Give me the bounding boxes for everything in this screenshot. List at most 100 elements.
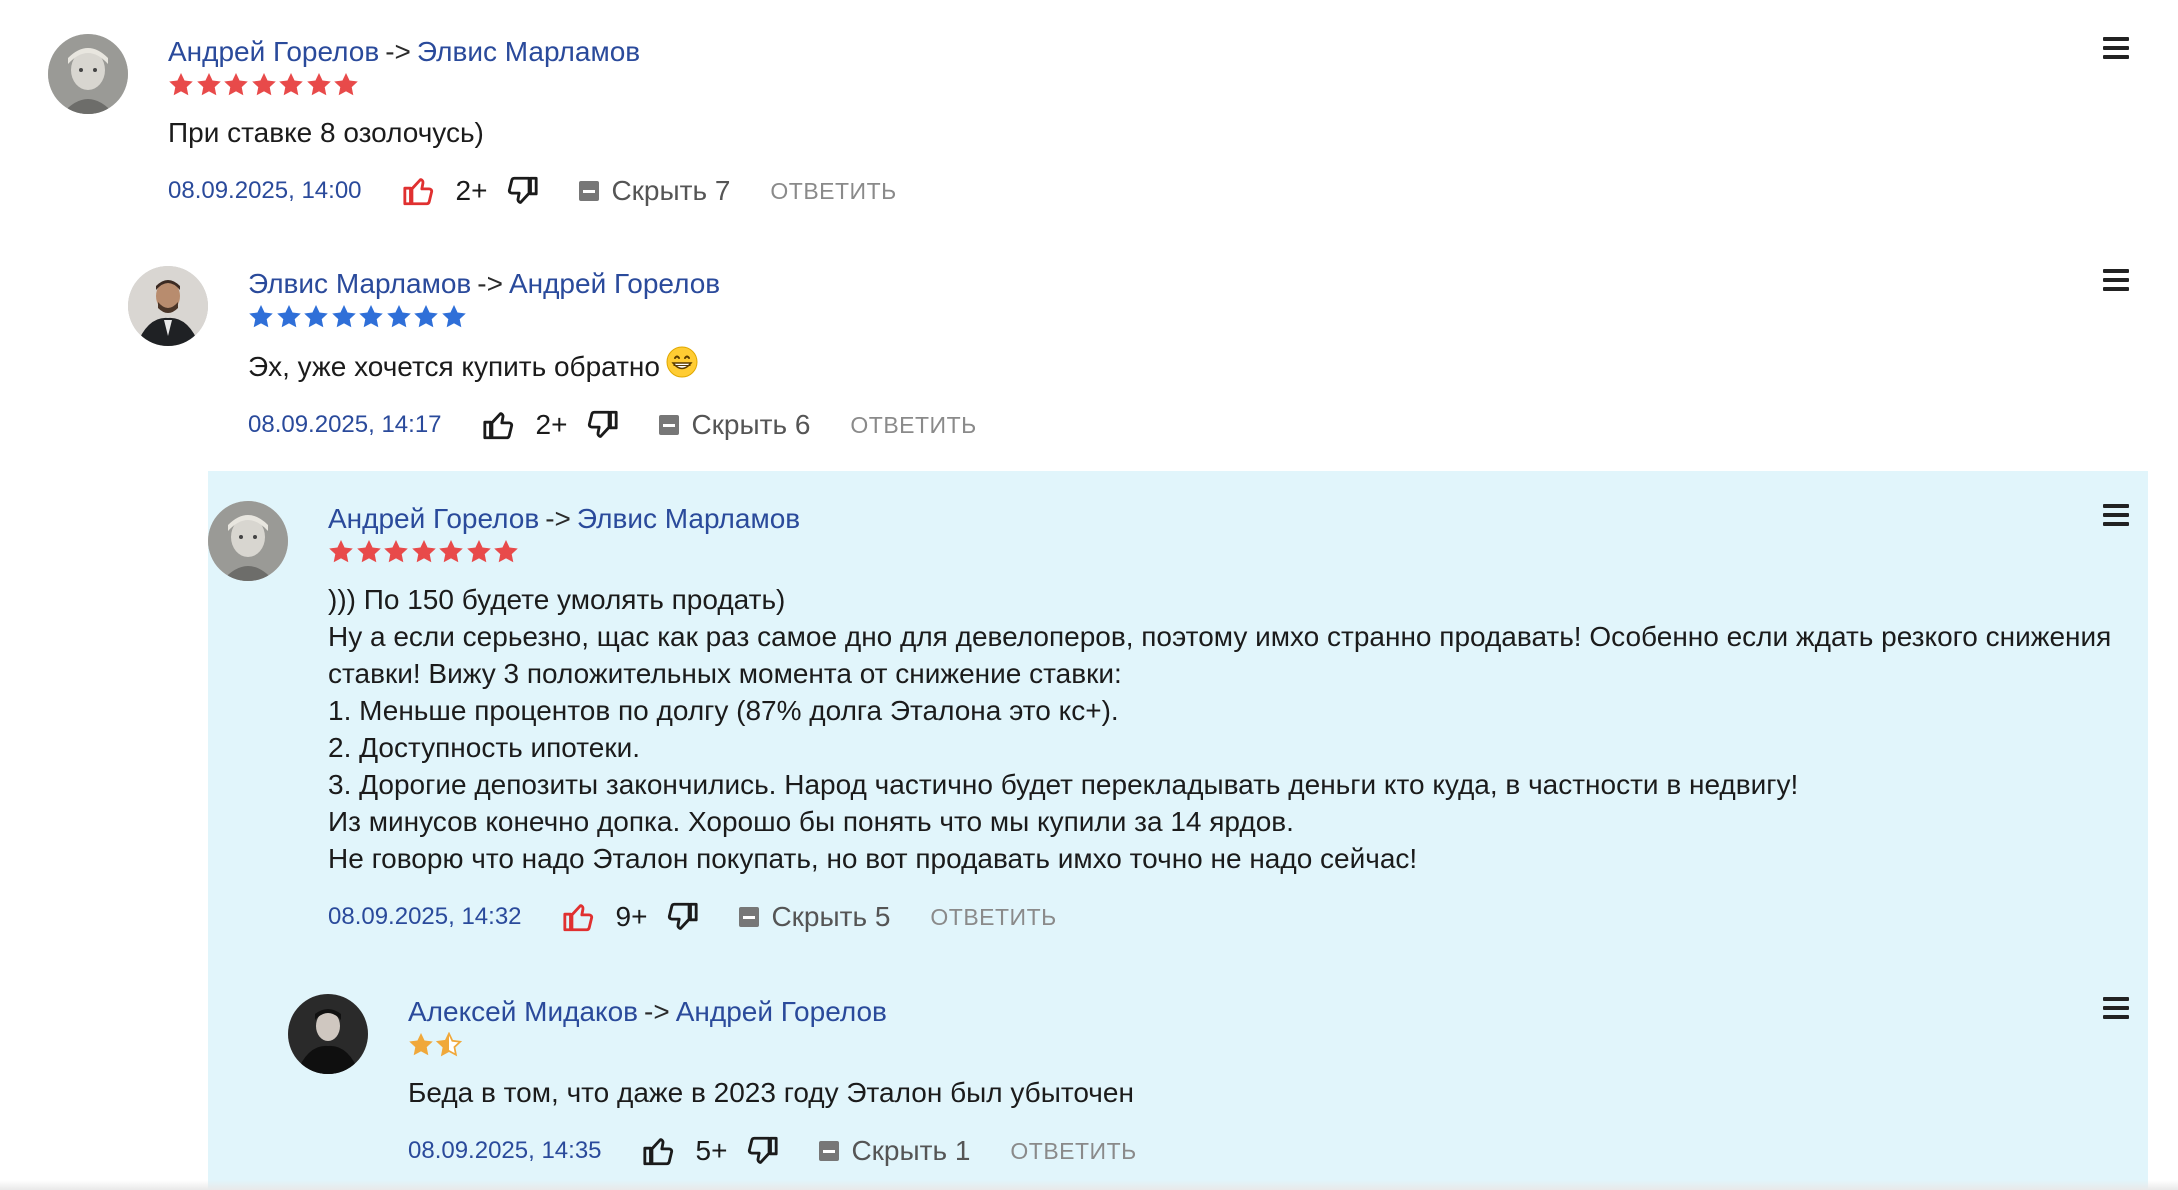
star-icon: [304, 304, 328, 328]
thumbs-down-icon[interactable]: [585, 408, 619, 442]
comment-text: Эх, уже хочется купить обратно: [248, 346, 2148, 385]
star-icon: [494, 539, 518, 563]
star-icon: [331, 304, 356, 328]
comment-text-body: Эх, уже хочется купить обратно: [248, 351, 660, 382]
star-icon: [249, 304, 273, 328]
star-icon: [196, 72, 221, 96]
star-icon: [441, 304, 466, 328]
avatar-image-child-portrait: [208, 501, 288, 581]
rating-stars: [248, 302, 2148, 332]
star-icon: [334, 72, 358, 96]
thumbs-up-icon[interactable]: [562, 900, 596, 934]
star-icon: [386, 304, 411, 328]
star-icon: [306, 72, 331, 96]
collapse-icon: [579, 181, 600, 201]
reply-button[interactable]: ОТВЕТИТЬ: [930, 904, 1056, 931]
collapse-icon: [739, 907, 760, 927]
author-link[interactable]: Андрей Горелов: [328, 503, 539, 534]
star-icon: [329, 539, 353, 563]
star-icon: [279, 72, 303, 96]
hide-replies-button[interactable]: Скрыть 1: [819, 1135, 970, 1167]
reply-button[interactable]: ОТВЕТИТЬ: [850, 412, 976, 439]
star-icon: [359, 304, 383, 328]
vote-score: 5+: [695, 1135, 728, 1166]
hide-replies-button[interactable]: Скрыть 7: [579, 175, 730, 207]
hide-replies-button[interactable]: Скрыть 5: [739, 901, 890, 933]
star-icon: [466, 539, 491, 563]
recipient-link[interactable]: Андрей Горелов: [509, 268, 720, 299]
page-bottom-shadow: [0, 1180, 2178, 1190]
reply-arrow: ->: [644, 996, 670, 1027]
vote-score: 9+: [615, 901, 648, 932]
comment-date[interactable]: 08.09.2025, 14:00: [168, 177, 362, 205]
reply-arrow: ->: [545, 503, 571, 534]
comment-actions: 08.09.2025, 14:17 2+ Скрыть 6 ОТВЕТИТЬ: [248, 405, 2148, 445]
star-icon: [276, 304, 301, 328]
star-icon: [414, 304, 438, 328]
reply-arrow: ->: [477, 268, 503, 299]
rating-stars: [408, 1030, 2148, 1060]
collapse-icon: [819, 1141, 840, 1161]
star-icon: [224, 72, 248, 96]
comment: Андрей Горелов -> Элвис Марламов При ставк…: [48, 34, 2148, 214]
avatar[interactable]: [288, 994, 368, 1074]
comment-date[interactable]: 08.09.2025, 14:32: [328, 903, 522, 931]
recipient-link[interactable]: Андрей Горелов: [676, 996, 887, 1027]
comment: Элвис Марламов -> Андрей Горелов Эх, уже х…: [128, 266, 2148, 446]
star-icon: [251, 72, 276, 96]
thumbs-up-icon[interactable]: [402, 174, 436, 208]
author-link[interactable]: Элвис Марламов: [248, 268, 471, 299]
avatar-image-man-dark-jacket: [288, 994, 368, 1074]
comment: Алексей Мидаков -> Андрей Горелов Беда в т…: [288, 994, 2148, 1174]
thumbs-up-icon[interactable]: [482, 408, 516, 442]
comment-actions: 08.09.2025, 14:32 9+ Скрыть 5 ОТВЕТИТЬ: [328, 897, 2148, 937]
comment-header: Андрей Горелов -> Элвис Марламов: [168, 34, 2148, 70]
thumbs-down-icon[interactable]: [745, 1134, 779, 1168]
comment-header: Алексей Мидаков -> Андрей Горелов: [408, 994, 2148, 1030]
star-icon: [439, 539, 463, 563]
comment-menu-icon[interactable]: [2103, 504, 2129, 528]
reply-button[interactable]: ОТВЕТИТЬ: [1010, 1138, 1136, 1165]
half-star-icon: [435, 1031, 462, 1057]
avatar[interactable]: [48, 34, 128, 114]
avatar[interactable]: [208, 501, 288, 581]
comment-date[interactable]: 08.09.2025, 14:17: [248, 411, 442, 439]
comment-text: ))) По 150 будете умолять продать) Ну а …: [328, 584, 2112, 874]
avatar-image-man-in-suit: [128, 266, 208, 346]
comment-header: Элвис Марламов -> Андрей Горелов: [248, 266, 2148, 302]
comment: Андрей Горелов -> Элвис Марламов ))) По 15…: [208, 501, 2148, 941]
comment-text: Беда в том, что даже в 2023 году Эталон …: [408, 1077, 1134, 1108]
comment-text: При ставке 8 озолочусь): [168, 117, 484, 148]
hide-replies-label: Скрыть 7: [611, 175, 731, 206]
rating-stars: [328, 537, 2148, 567]
avatar-image-child-portrait: [48, 34, 128, 114]
vote-score: 2+: [455, 175, 488, 206]
author-link[interactable]: Алексей Мидаков: [408, 996, 638, 1027]
hide-replies-label: Скрыть 5: [771, 901, 891, 932]
grinning-face-emoji-icon: [666, 346, 698, 378]
reply-arrow: ->: [385, 36, 411, 67]
avatar[interactable]: [128, 266, 208, 346]
star-icon: [411, 539, 436, 563]
collapse-icon: [659, 415, 680, 435]
comment-date[interactable]: 08.09.2025, 14:35: [408, 1137, 602, 1165]
thumbs-down-icon[interactable]: [665, 900, 699, 934]
recipient-link[interactable]: Элвис Марламов: [577, 503, 800, 534]
hide-replies-label: Скрыть 6: [691, 409, 811, 440]
star-icon: [169, 72, 193, 96]
reply-button[interactable]: ОТВЕТИТЬ: [770, 178, 896, 205]
comment-menu-icon[interactable]: [2103, 37, 2129, 61]
recipient-link[interactable]: Элвис Марламов: [417, 36, 640, 67]
hide-replies-button[interactable]: Скрыть 6: [659, 409, 810, 441]
comment-actions: 08.09.2025, 14:00 2+ Скрыть 7 ОТВЕТИТЬ: [168, 171, 2148, 211]
comment-header: Андрей Горелов -> Элвис Марламов: [328, 501, 2148, 537]
hide-replies-label: Скрыть 1: [851, 1135, 971, 1166]
comment-menu-icon[interactable]: [2103, 997, 2129, 1021]
rating-stars: [168, 70, 2148, 100]
author-link[interactable]: Андрей Горелов: [168, 36, 379, 67]
thumbs-down-icon[interactable]: [505, 174, 539, 208]
thumbs-up-icon[interactable]: [642, 1134, 676, 1168]
star-icon: [356, 539, 381, 563]
comment-menu-icon[interactable]: [2103, 269, 2129, 293]
comment-actions: 08.09.2025, 14:35 5+ Скрыть 1 ОТВЕТИТЬ: [408, 1131, 2148, 1171]
